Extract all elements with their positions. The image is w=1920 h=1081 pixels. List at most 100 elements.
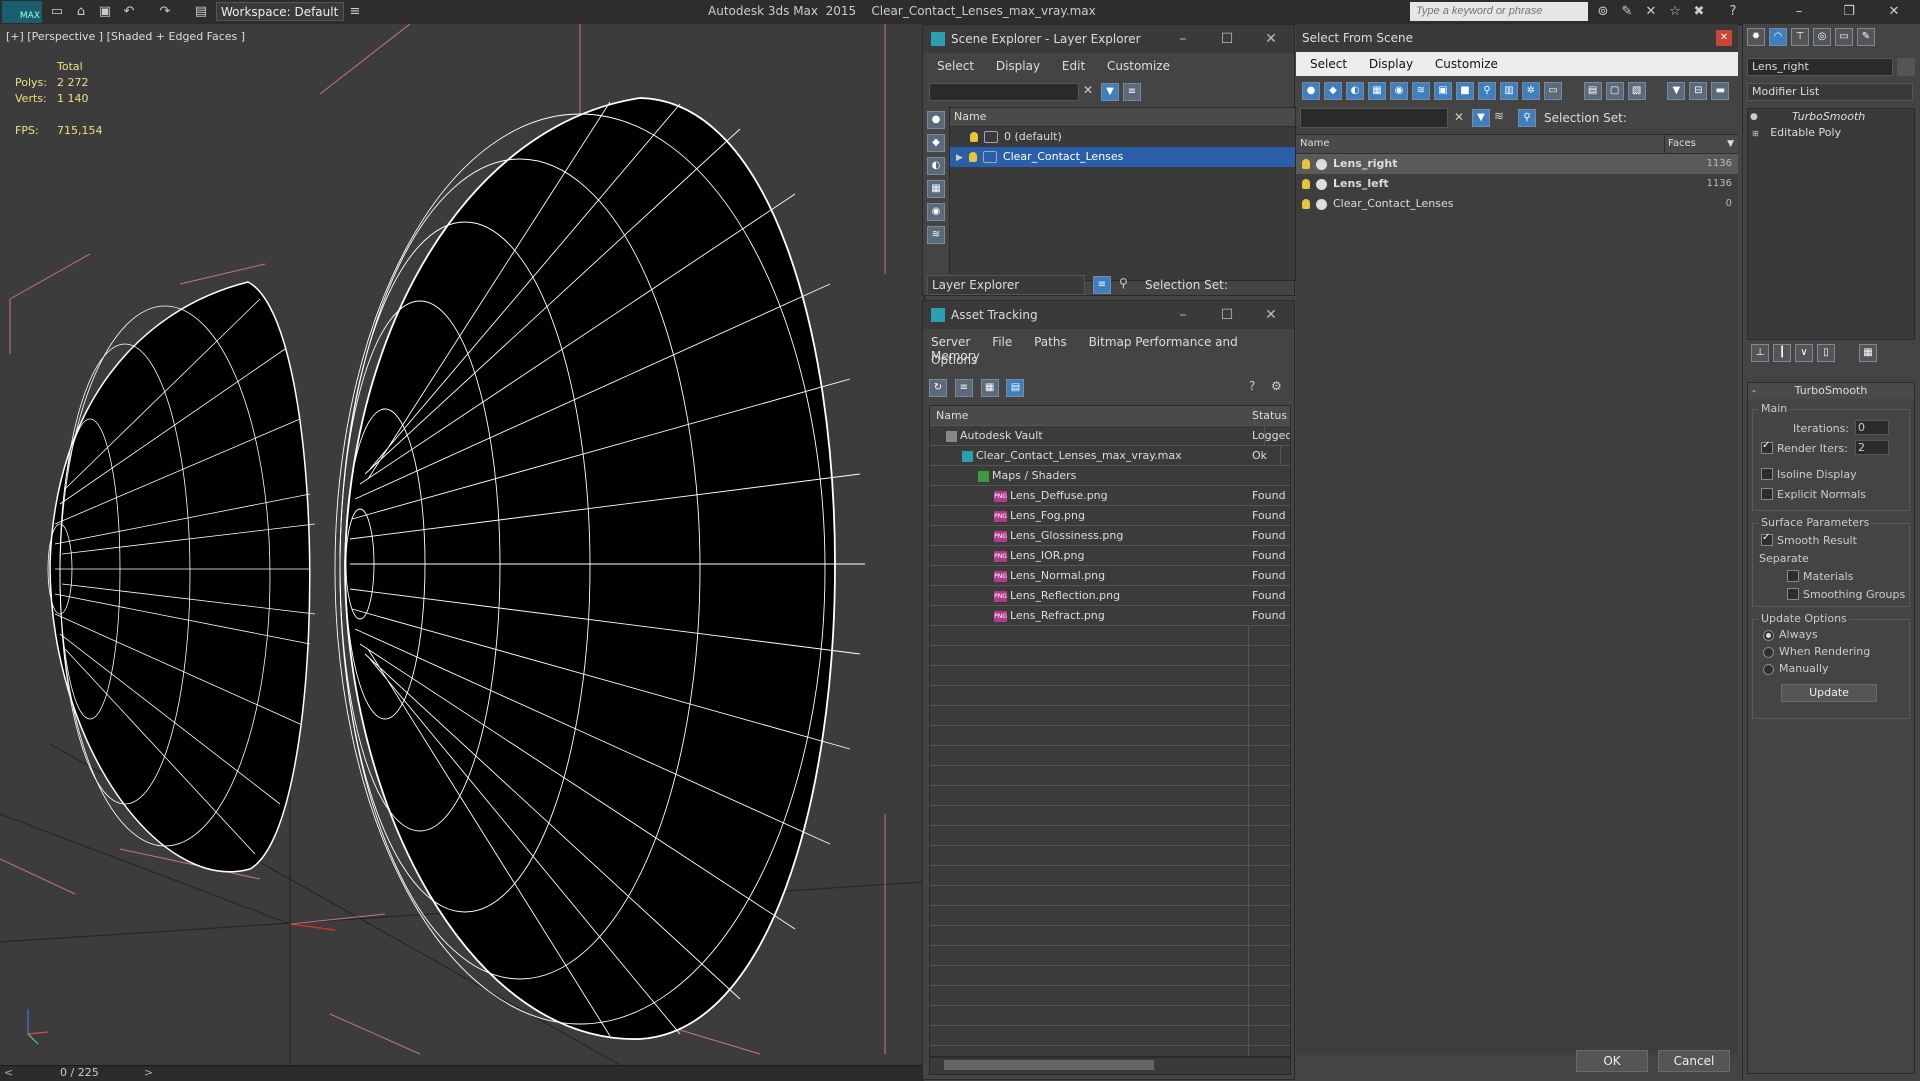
asset-row[interactable]: PNG Lens_Normal.png Found [930, 566, 1290, 586]
collapse-icon[interactable]: ▬ [1711, 82, 1730, 100]
show-end-result-icon[interactable]: ┃ [1773, 344, 1791, 362]
hierarchy-icon[interactable]: ⊟ [1689, 82, 1708, 100]
isoline-display-checkbox[interactable] [1761, 468, 1773, 480]
visibility-bulb-icon[interactable] [968, 152, 977, 162]
asset-row[interactable]: Autodesk Vault Logged [930, 426, 1290, 446]
filter-bones-icon[interactable]: ⚲ [1478, 82, 1496, 100]
asset-row[interactable]: PNG Lens_Reflection.png Found [930, 586, 1290, 606]
save-file-icon[interactable]: ▣ [96, 3, 114, 21]
project-folder-icon[interactable]: ▤ [192, 3, 210, 21]
search-input[interactable] [1410, 2, 1588, 21]
clear-search-icon[interactable]: ✕ [1083, 83, 1093, 97]
ok-button[interactable]: OK [1576, 1050, 1648, 1072]
hierarchy-toggle-icon[interactable]: ⚲ [1518, 109, 1536, 127]
maximize-icon[interactable]: ☐ [1205, 25, 1249, 53]
display-shapes-icon[interactable]: ◆ [927, 134, 945, 152]
filter-groups-icon[interactable]: ▣ [1434, 82, 1452, 100]
horizontal-scrollbar[interactable] [929, 1057, 1291, 1075]
layer-tree-header[interactable]: Name [950, 108, 1295, 127]
open-file-icon[interactable]: ⌂ [72, 3, 90, 21]
rollout-header[interactable]: - TurboSmooth [1748, 383, 1914, 399]
clear-filter-icon[interactable]: ✕ [1454, 110, 1464, 124]
column-header-name[interactable]: Name [930, 406, 1255, 425]
close-icon[interactable]: ✕ [1249, 301, 1293, 329]
filter-frozen-icon[interactable]: ✲ [1522, 82, 1540, 100]
column-header-faces[interactable]: Faces [1664, 135, 1696, 153]
help-icon[interactable]: ? [1724, 3, 1742, 21]
filter-containers-icon[interactable]: ▥ [1500, 82, 1518, 100]
app-logo-icon[interactable]: MAX [2, 1, 42, 23]
display-spacewarps-icon[interactable]: ≋ [927, 226, 945, 244]
expand-arrow-icon[interactable]: ▶ [956, 153, 963, 163]
restore-icon[interactable]: ❐ [1840, 3, 1858, 21]
filter-cameras-icon[interactable]: ▦ [1368, 82, 1386, 100]
filter-hidden-icon[interactable]: ▭ [1544, 82, 1562, 100]
bulb-icon[interactable]: ● [1750, 109, 1758, 125]
collapse-minus-icon[interactable]: - [1752, 383, 1756, 399]
menu-display[interactable]: Display [1369, 57, 1413, 71]
asset-row[interactable]: PNG Lens_Deffuse.png Found [930, 486, 1290, 506]
scene-explorer-find-field[interactable] [929, 83, 1079, 101]
time-prev-icon[interactable]: < [4, 1066, 13, 1079]
column-header-name[interactable]: Name [1300, 138, 1330, 149]
menu-display[interactable]: Display [996, 59, 1040, 73]
menu-select[interactable]: Select [1310, 57, 1347, 71]
time-slider[interactable]: < 0 / 225 > [0, 1065, 924, 1081]
visibility-bulb-icon[interactable] [1302, 159, 1310, 169]
visibility-bulb-icon[interactable] [970, 132, 978, 142]
viewport-label[interactable]: [+] [Perspective ] [Shaded + Edged Faces… [6, 30, 245, 43]
workspace-dropdown[interactable]: Workspace: Default [216, 2, 344, 21]
object-row[interactable]: Clear_Contact_Lenses 0 [1296, 194, 1738, 214]
select-all-icon[interactable]: ▤ [1583, 82, 1602, 100]
pin-stack-icon[interactable]: ⊥ [1751, 344, 1769, 362]
layer-row[interactable]: 0 (default) [950, 127, 1295, 147]
undo-icon[interactable]: ↶ [120, 3, 138, 21]
expand-plus-icon[interactable]: ⊞ [1752, 129, 1759, 138]
minimize-icon[interactable]: – [1161, 301, 1205, 329]
utilities-tab-icon[interactable]: ✎ [1857, 28, 1875, 46]
configure-sets-icon[interactable]: ▦ [1859, 344, 1877, 362]
stack-item-editable-poly[interactable]: ⊞ Editable Poly [1748, 125, 1914, 141]
lens-right-mesh[interactable] [334, 97, 865, 1040]
menu-edit[interactable]: Edit [1062, 59, 1085, 73]
hierarchy-mode-icon[interactable]: ⚲ [1119, 276, 1128, 290]
visibility-bulb-icon[interactable] [1302, 199, 1310, 209]
sort-arrow-icon[interactable]: ▼ [1727, 135, 1734, 153]
column-header-status[interactable]: Status [1252, 406, 1287, 425]
make-unique-icon[interactable]: ∨ [1795, 344, 1813, 362]
minimize-icon[interactable]: – [1790, 3, 1808, 21]
display-helpers-icon[interactable]: ◉ [927, 203, 945, 221]
materials-checkbox[interactable] [1787, 570, 1799, 582]
update-when-rendering-radio[interactable] [1763, 647, 1774, 658]
cancel-button[interactable]: Cancel [1658, 1050, 1730, 1072]
asset-row[interactable]: PNG Lens_Refract.png Found [930, 606, 1290, 626]
motion-tab-icon[interactable]: ◎ [1813, 28, 1831, 46]
menu-customize[interactable]: Customize [1435, 57, 1498, 71]
iterations-spinner[interactable]: 0 [1855, 420, 1889, 435]
time-next-icon[interactable]: > [144, 1066, 153, 1079]
favorites-icon[interactable]: ☆ [1666, 3, 1684, 21]
scrollbar-thumb[interactable] [944, 1060, 1154, 1070]
binoculars-icon[interactable]: ⊚ [1594, 3, 1612, 21]
filter-spacewarps-icon[interactable]: ≋ [1412, 82, 1430, 100]
table-view-icon[interactable]: ▤ [1006, 379, 1025, 397]
filter-geometry-icon[interactable]: ● [1302, 82, 1320, 100]
object-row[interactable]: Lens_left 1136 [1296, 174, 1738, 194]
asset-row[interactable]: Maps / Shaders [930, 466, 1290, 486]
smooth-result-checkbox[interactable] [1761, 532, 1773, 546]
close-icon[interactable]: ✕ [1249, 25, 1293, 53]
select-name-filter-field[interactable] [1300, 108, 1448, 128]
funnel-icon[interactable]: ▼ [1667, 82, 1686, 100]
layer-row-selected[interactable]: ▶ Clear_Contact_Lenses [950, 147, 1295, 167]
lens-left-mesh[interactable] [47, 281, 316, 873]
menu-file[interactable]: File [992, 335, 1012, 349]
display-geometry-icon[interactable]: ● [927, 111, 945, 129]
invert-selection-icon[interactable]: ▧ [1627, 82, 1646, 100]
explorer-type-dropdown[interactable]: Layer Explorer [927, 275, 1085, 295]
perspective-viewport[interactable]: [+] [Perspective ] [Shaded + Edged Faces… [0, 24, 925, 1065]
asset-row[interactable]: PNG Lens_Fog.png Found [930, 506, 1290, 526]
menu-select[interactable]: Select [937, 59, 974, 73]
help-icon[interactable]: ? [1249, 379, 1255, 393]
render-iters-spinner[interactable]: 2 [1855, 440, 1889, 455]
update-always-radio[interactable] [1763, 630, 1774, 641]
